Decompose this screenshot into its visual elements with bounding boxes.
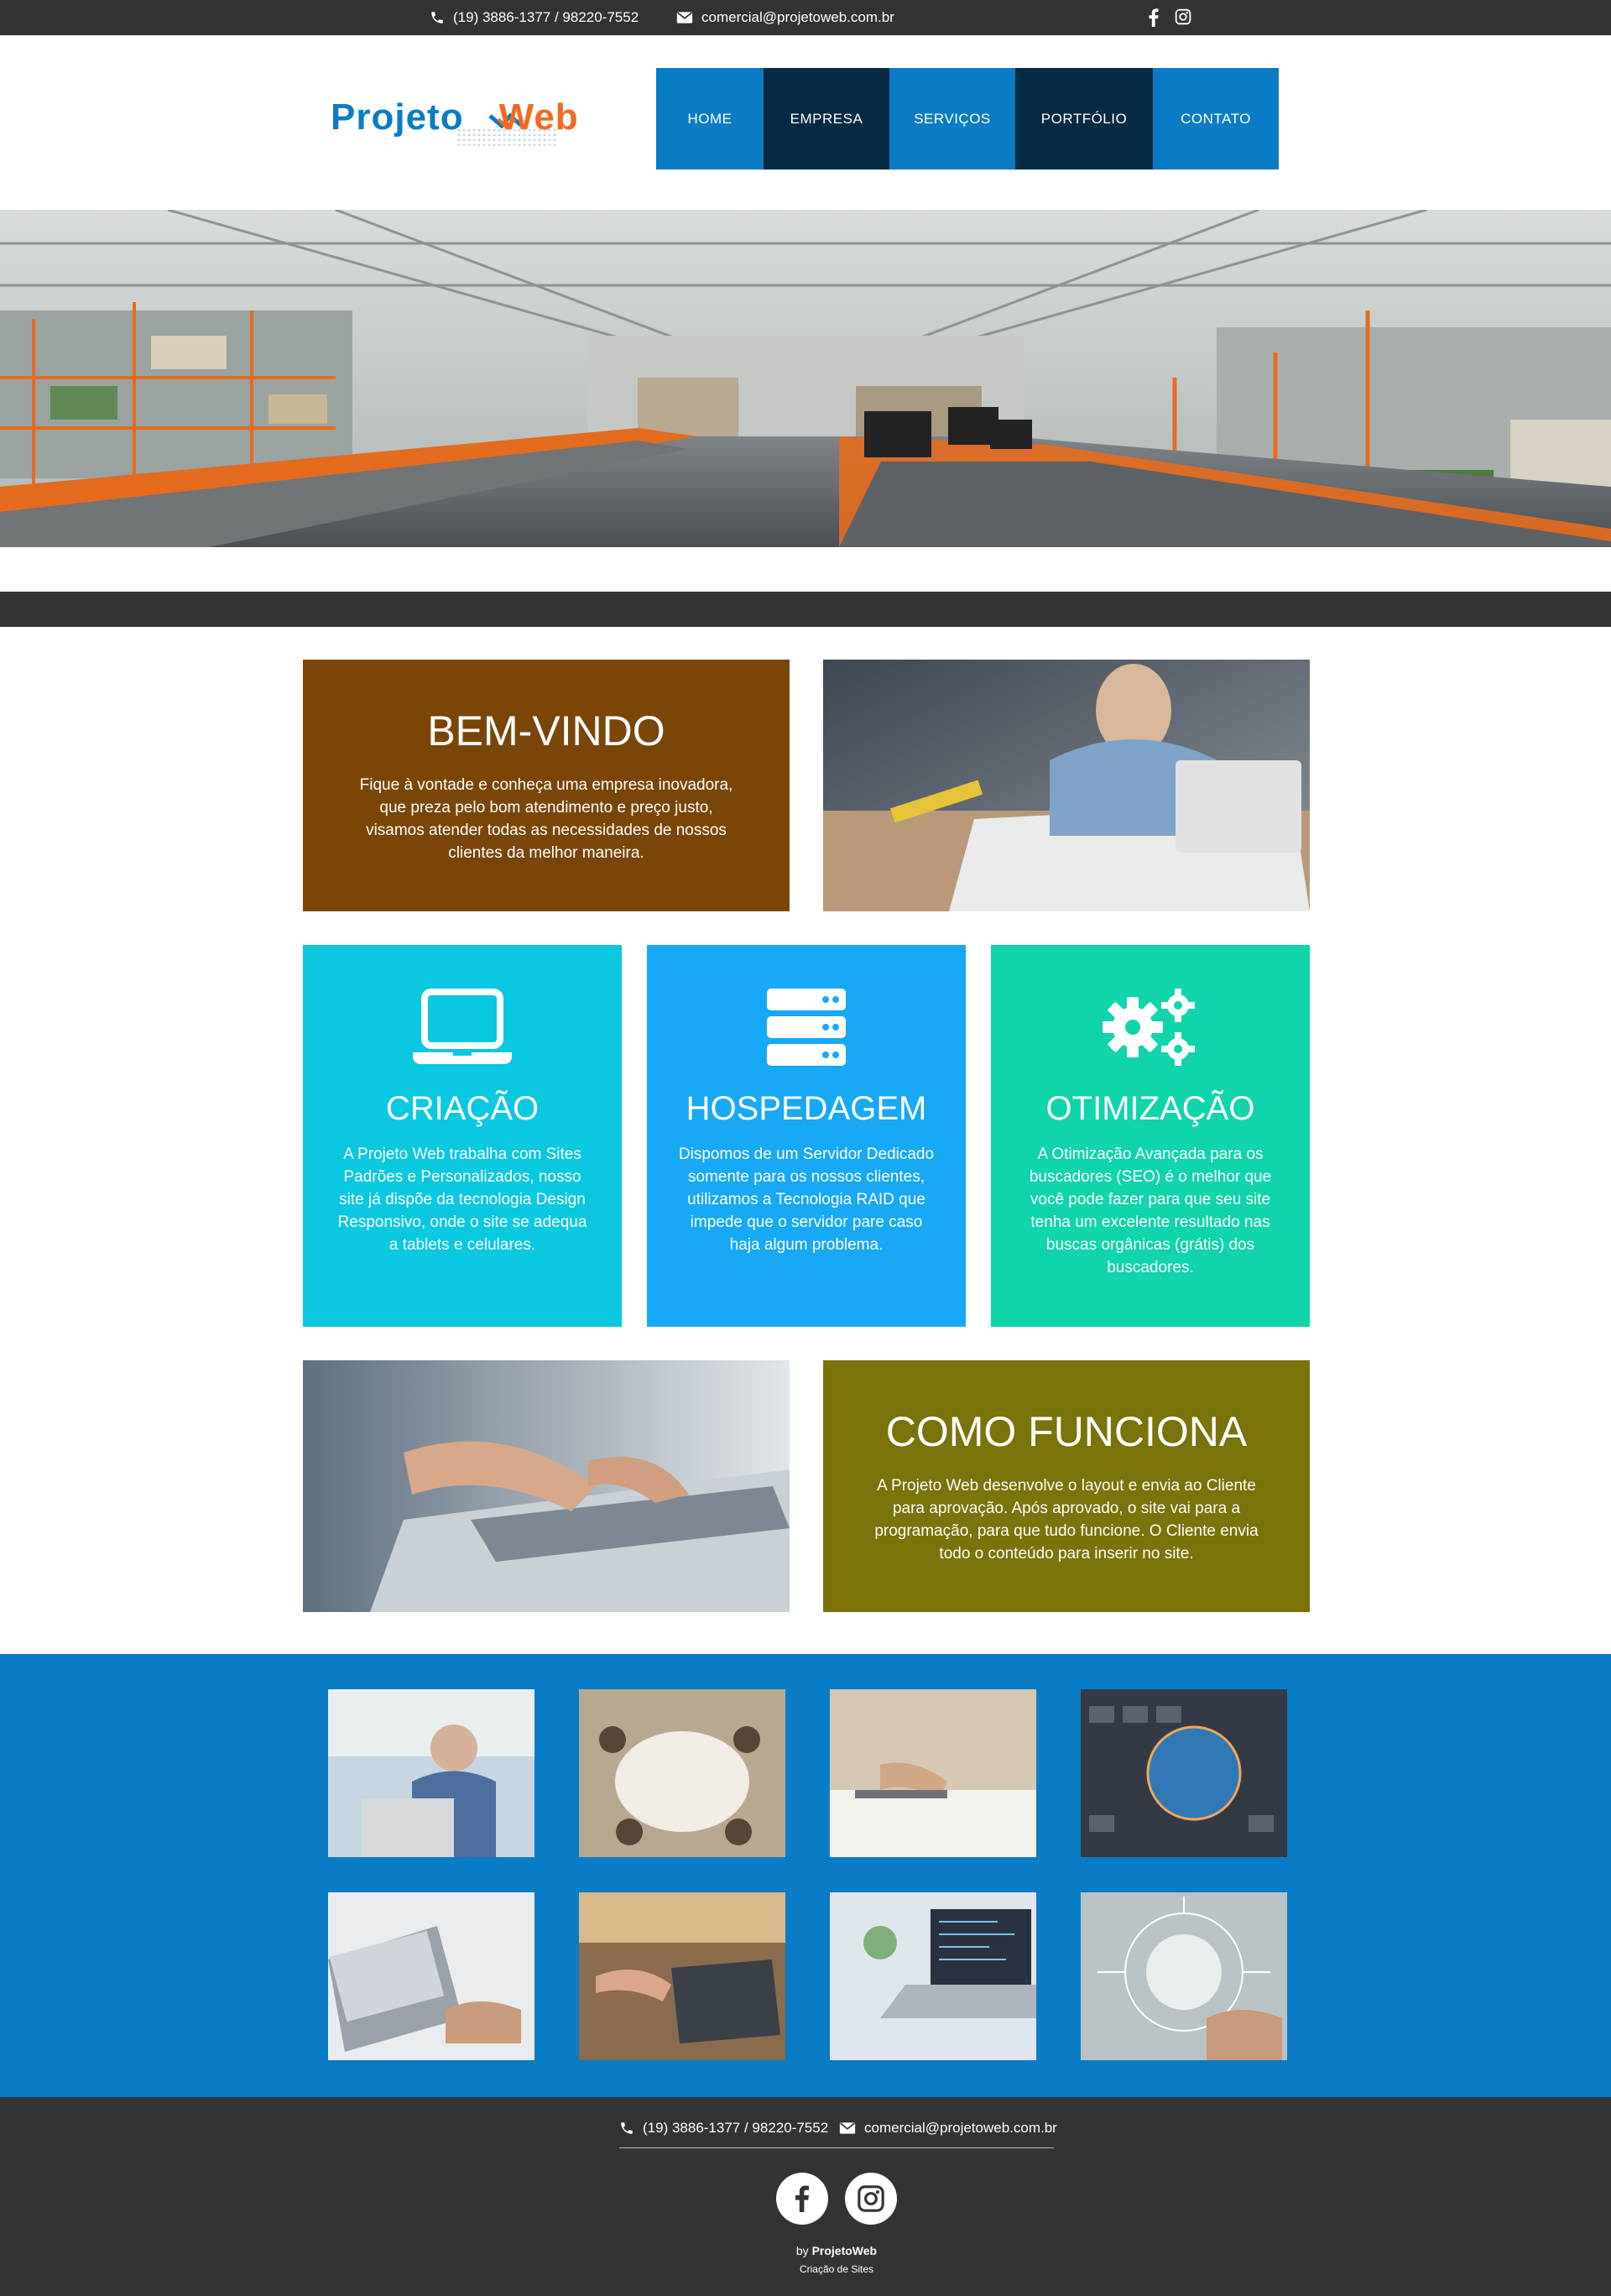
gears-icon (1103, 989, 1195, 1066)
nav-empresa-label: EMPRESA (790, 110, 863, 127)
top-bar: (19) 3886-1377 / 98220-7552 comercial@pr… (0, 0, 1611, 35)
howto-text: A Projeto Web desenvolve o layout e envi… (874, 1477, 1259, 1563)
nav-portfolio-label: PORTFÓLIO (1040, 110, 1128, 127)
credit-by: by (795, 2244, 809, 2257)
credit-logo: ProjetoWeb (811, 2244, 878, 2257)
footer-phone[interactable]: (19) 3886-1377 / 98220-7552 (619, 2116, 828, 2141)
gallery-image[interactable] (830, 1892, 1036, 2060)
footer-credit[interactable]: by ProjetoWeb (755, 2244, 918, 2257)
topbar-phone[interactable]: (19) 3886-1377 / 98220-7552 (430, 0, 639, 35)
welcome-title: BEM-VINDO (427, 707, 665, 754)
phone-icon (621, 2122, 633, 2134)
gallery-image[interactable] (328, 1892, 534, 2060)
gallery-image[interactable] (579, 1689, 785, 1857)
footer-email-text: comercial@projetoweb.com.br (864, 2120, 1057, 2136)
envelope-icon (676, 12, 693, 23)
nav-portfolio[interactable]: PORTFÓLIO (1015, 68, 1153, 170)
welcome-photo (823, 660, 1310, 911)
typing-photo (303, 1360, 790, 1612)
nav-servicos-label: SERVIÇOS (914, 110, 991, 127)
portfolio-gallery (0, 1654, 1611, 2097)
logo-part1: Projeto (331, 97, 464, 138)
service-hospedagem-title: HOSPEDAGEM (686, 1090, 927, 1127)
topbar-email-text: comercial@projetoweb.com.br (701, 9, 894, 25)
logo-part2: Web (498, 97, 579, 138)
facebook-icon[interactable] (1148, 8, 1160, 31)
instagram-icon[interactable] (1175, 8, 1191, 31)
nav-home[interactable]: HOME (656, 68, 764, 170)
footer-instagram-icon[interactable] (845, 2173, 897, 2225)
service-hospedagem-text: Dispomos de um Servidor Dedicado somente… (678, 1145, 935, 1254)
topbar-phone-text: (19) 3886-1377 / 98220-7552 (453, 9, 639, 25)
divider-strip (0, 592, 1611, 627)
service-criacao-text: A Projeto Web trabalha com Sites Padrões… (337, 1145, 587, 1254)
welcome-text: Fique à vontade e conheça uma empresa in… (359, 776, 733, 862)
main-nav: HOME EMPRESA SERVIÇOS PORTFÓLIO CONTATO (656, 68, 1279, 170)
service-hospedagem: HOSPEDAGEM Dispomos de um Servidor Dedic… (647, 945, 966, 1327)
server-icon (767, 989, 846, 1066)
gallery-image[interactable] (1081, 1892, 1287, 2060)
nav-contato[interactable]: CONTATO (1153, 68, 1279, 170)
logo-text: Projeto Web (331, 92, 579, 143)
nav-contato-label: CONTATO (1181, 110, 1251, 127)
topbar-email[interactable]: comercial@projetoweb.com.br (676, 0, 894, 35)
service-criacao: CRIAÇÃO A Projeto Web trabalha com Sites… (303, 945, 622, 1327)
nav-empresa[interactable]: EMPRESA (764, 68, 889, 170)
footer: (19) 3886-1377 / 98220-7552 comercial@pr… (0, 2097, 1611, 2296)
nav-servicos[interactable]: SERVIÇOS (889, 68, 1015, 170)
nav-home-label: HOME (687, 110, 733, 127)
gallery-image[interactable] (328, 1689, 534, 1857)
hero-banner (0, 210, 1611, 547)
phone-icon (431, 12, 443, 23)
site-logo[interactable]: Projeto Web (331, 92, 599, 146)
service-otimizacao: OTIMIZAÇÃO A Otimização Avançada para os… (991, 945, 1310, 1327)
howto-block: COMO FUNCIONA A Projeto Web desenvolve o… (823, 1360, 1310, 1612)
service-otimizacao-title: OTIMIZAÇÃO (1045, 1090, 1255, 1127)
gallery-image[interactable] (1081, 1689, 1287, 1857)
howto-title: COMO FUNCIONA (885, 1408, 1248, 1455)
footer-email[interactable]: comercial@projetoweb.com.br (839, 2116, 1057, 2141)
footer-divider (619, 2147, 1054, 2148)
gallery-image[interactable] (579, 1892, 785, 2060)
gallery-image[interactable] (830, 1689, 1036, 1857)
envelope-icon (839, 2122, 856, 2134)
footer-facebook-icon[interactable] (776, 2173, 828, 2225)
laptop-icon (413, 989, 512, 1064)
service-criacao-title: CRIAÇÃO (385, 1090, 540, 1127)
credit-subtitle: Criação de Sites (799, 2263, 874, 2275)
service-otimizacao-text: A Otimização Avançada para os buscadores… (1029, 1145, 1272, 1276)
welcome-block: BEM-VINDO Fique à vontade e conheça uma … (303, 660, 790, 911)
footer-phone-text: (19) 3886-1377 / 98220-7552 (643, 2120, 829, 2136)
